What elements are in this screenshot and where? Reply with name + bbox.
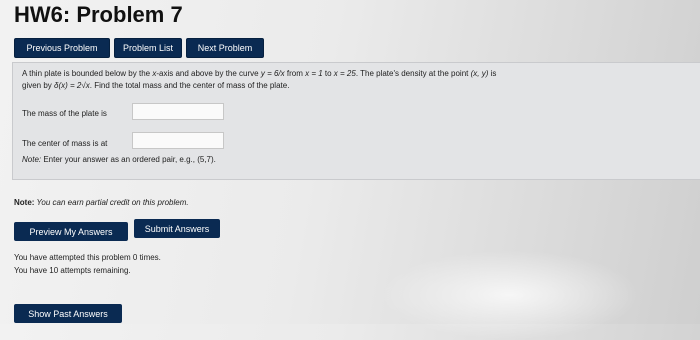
submit-answers-button[interactable]: Submit Answers [134, 219, 220, 238]
center-answer-input[interactable] [132, 132, 224, 149]
center-label: The center of mass is at [22, 139, 108, 148]
mass-label: The mass of the plate is [22, 109, 107, 118]
mass-answer-input[interactable] [132, 103, 224, 120]
page-title: HW6: Problem 7 [14, 2, 183, 27]
show-past-answers-button[interactable]: Show Past Answers [14, 304, 122, 323]
attempts-remaining: You have 10 attempts remaining. [14, 266, 131, 275]
problem-statement-line1: A thin plate is bounded below by the x-a… [22, 69, 497, 78]
partial-credit-note: Note: You can earn partial credit on thi… [14, 198, 189, 207]
preview-answers-button[interactable]: Preview My Answers [14, 222, 128, 241]
problem-list-button[interactable]: Problem List [114, 38, 182, 58]
ordered-pair-note: Note: Enter your answer as an ordered pa… [22, 155, 216, 164]
attempts-count: You have attempted this problem 0 times. [14, 253, 161, 262]
problem-statement-line2: given by δ(x) = 2√x. Find the total mass… [22, 81, 290, 90]
next-problem-button[interactable]: Next Problem [186, 38, 264, 58]
previous-problem-button[interactable]: Previous Problem [14, 38, 110, 58]
screen-glare [380, 250, 640, 340]
